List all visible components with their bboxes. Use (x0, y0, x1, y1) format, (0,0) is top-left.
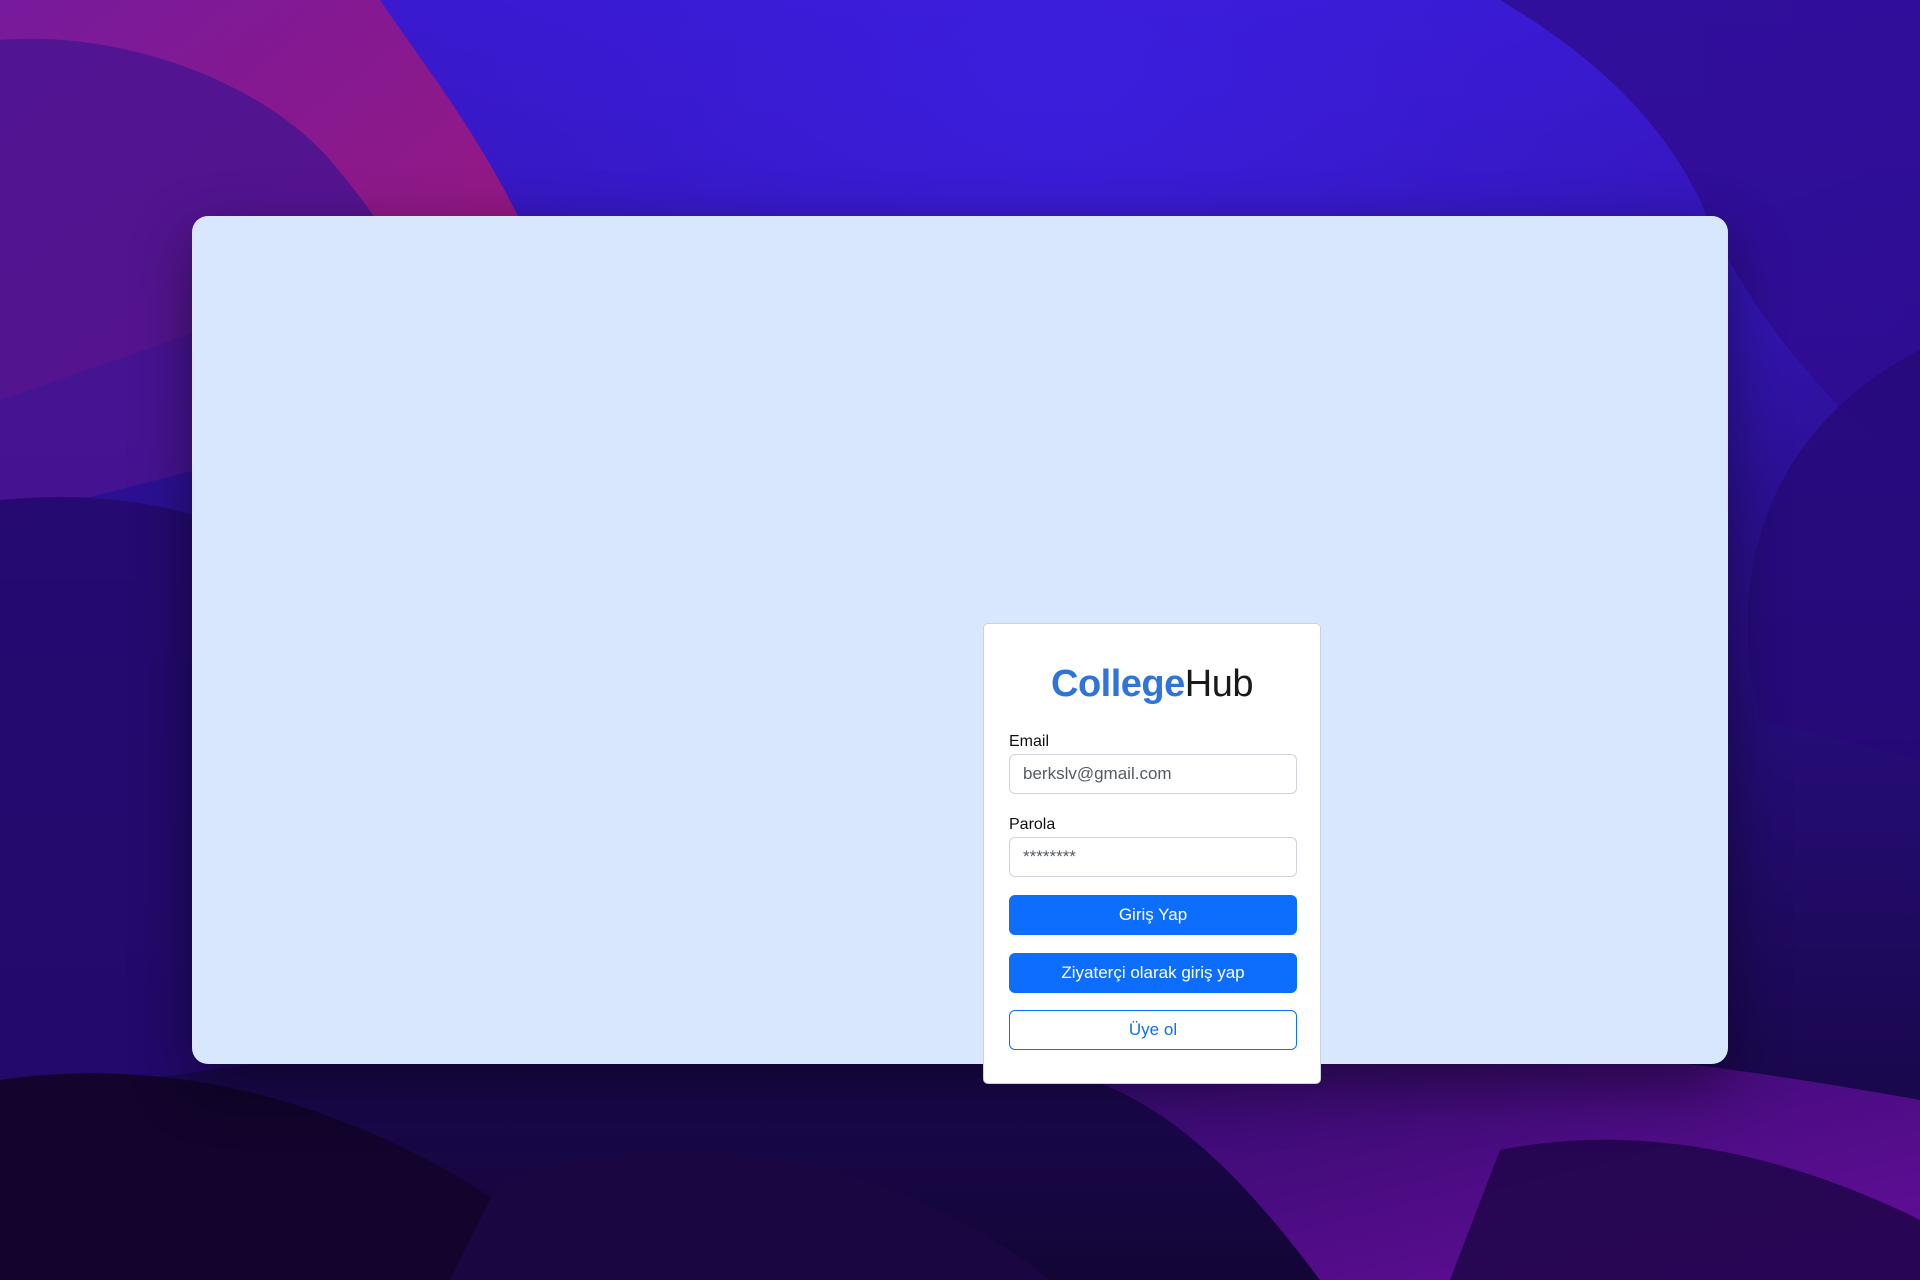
password-label: Parola (1009, 816, 1056, 833)
brand-logo: CollegeHub (984, 660, 1320, 708)
password-field[interactable] (1009, 837, 1297, 877)
brand-name-bold: College (1051, 663, 1185, 705)
email-label: Email (1009, 733, 1050, 750)
app-window: CollegeHub Email Parola Giriş Yap Ziyate… (192, 216, 1728, 1084)
login-button[interactable]: Giriş Yap (1009, 895, 1297, 935)
brand-name-light: Hub (1184, 663, 1254, 705)
login-card: CollegeHub Email Parola Giriş Yap Ziyate… (983, 623, 1321, 1084)
email-field[interactable] (1009, 754, 1297, 794)
signup-button[interactable]: Üye ol (1009, 1010, 1297, 1050)
guest-login-button[interactable]: Ziyaterçi olarak giriş yap (1009, 953, 1297, 993)
